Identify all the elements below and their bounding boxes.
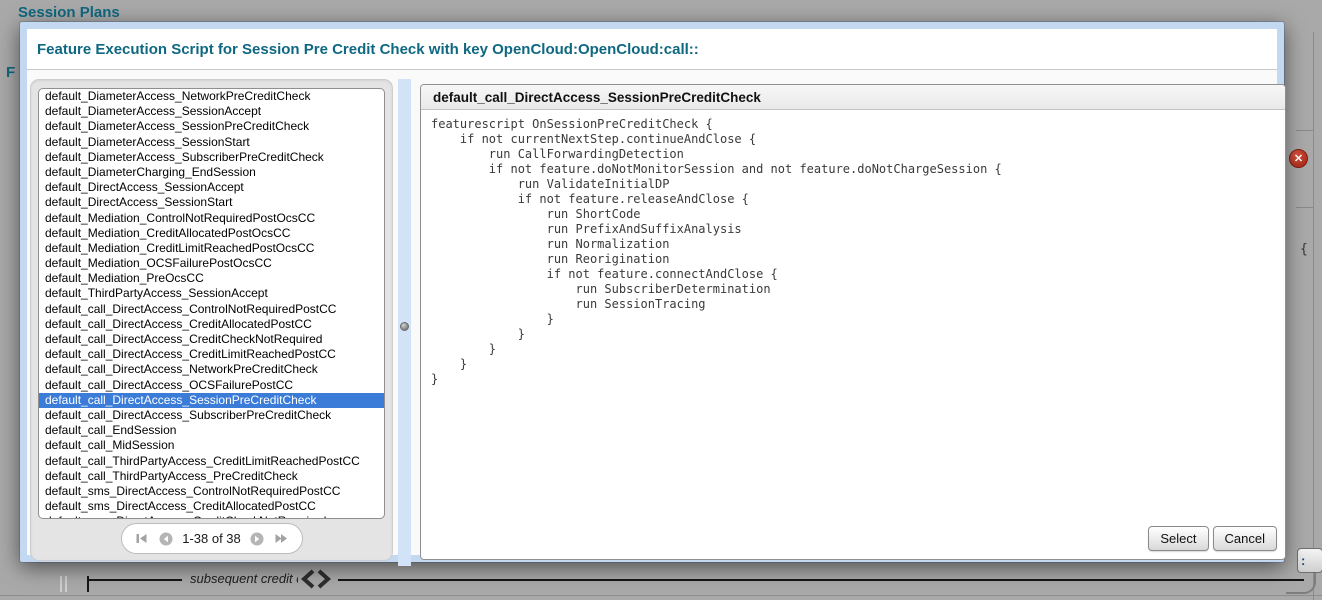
list-item[interactable]: default_sms_DirectAccess_ControlNotRequi… [39,484,384,499]
background-page-title: Session Plans [18,4,120,21]
list-item[interactable]: default_DiameterAccess_SessionStart [39,135,384,150]
pagination: 1-38 of 38 [31,523,392,554]
error-badge-icon: ✕ [1289,149,1308,168]
flow-chevrons-icon [298,569,334,594]
background-panel-divider [1296,207,1314,208]
select-button[interactable]: Select [1148,526,1208,551]
last-page-button[interactable] [274,531,289,546]
background-panel-divider [1296,130,1314,131]
list-item[interactable]: default_Mediation_OCSFailurePostOcsCC [39,256,384,271]
feature-script-dialog: Feature Execution Script for Session Pre… [20,22,1284,562]
list-item[interactable]: default_DiameterAccess_SubscriberPreCred… [39,150,384,165]
splitter-handle-icon[interactable] [400,322,409,331]
list-item[interactable]: default_call_DirectAccess_SubscriberPreC… [39,408,384,423]
list-item[interactable]: default_DiameterAccess_SessionPreCreditC… [39,119,384,134]
dialog-title: Feature Execution Script for Session Pre… [37,41,699,58]
page-range-label: 1-38 of 38 [182,531,241,546]
script-list-panel: default_DiameterAccess_NetworkPreCreditC… [30,79,393,561]
dialog-title-bar: Feature Execution Script for Session Pre… [27,29,1277,70]
app-background: Session Plans F subsequent credit check … [0,0,1322,600]
background-bottom-line [0,595,1322,596]
list-item[interactable]: default_call_DirectAccess_ControlNotRequ… [39,302,384,317]
list-item[interactable]: default_DiameterAccess_NetworkPreCreditC… [39,89,384,104]
background-partial-button[interactable]: : [1297,548,1322,573]
list-item[interactable]: default_ThirdPartyAccess_SessionAccept [39,286,384,301]
script-list[interactable]: default_DiameterAccess_NetworkPreCreditC… [38,88,385,519]
script-preview-panel: default_call_DirectAccess_SessionPreCred… [420,84,1286,560]
list-item[interactable]: default_Mediation_CreditAllocatedPostOcs… [39,226,384,241]
list-item[interactable]: default_DiameterAccess_SessionAccept [39,104,384,119]
cancel-button[interactable]: Cancel [1213,526,1277,551]
list-item[interactable]: default_call_EndSession [39,423,384,438]
list-item[interactable]: default_call_DirectAccess_CreditLimitRea… [39,347,384,362]
list-item[interactable]: default_sms_DirectAccess_CreditAllocated… [39,499,384,514]
list-item[interactable]: default_call_DirectAccess_NetworkPreCred… [39,362,384,377]
pagination-pill: 1-38 of 38 [121,523,303,554]
dialog-content: default_DiameterAccess_NetworkPreCreditC… [27,70,1277,555]
list-item[interactable]: default_call_DirectAccess_OCSFailurePost… [39,378,384,393]
background-partial-panel-label: F [6,64,15,81]
list-item[interactable]: default_call_DirectAccess_CreditCheckNot… [39,332,384,347]
first-page-button[interactable] [134,531,149,546]
next-page-button[interactable] [250,531,265,546]
flow-connector-tick [87,576,89,592]
list-item[interactable]: default_call_ThirdPartyAccess_PreCreditC… [39,469,384,484]
list-item[interactable]: default_call_MidSession [39,438,384,453]
prev-page-button[interactable] [158,531,173,546]
list-item[interactable]: default_call_DirectAccess_CreditAllocate… [39,317,384,332]
script-name-header: default_call_DirectAccess_SessionPreCred… [421,85,1285,110]
list-item[interactable]: default_call_ThirdPartyAccess_CreditLimi… [39,454,384,469]
script-code: featurescript OnSessionPreCreditCheck { … [421,110,1285,387]
panel-splitter[interactable] [398,79,411,566]
dialog-actions: Select Cancel [1148,526,1277,551]
list-item[interactable]: default_Mediation_ControlNotRequiredPost… [39,211,384,226]
background-partial-brace: { [1300,242,1308,257]
background-panel-edge [1313,32,1314,600]
list-item[interactable]: default_DirectAccess_SessionStart [39,195,384,210]
flow-connector-tick-light [60,576,67,592]
list-item[interactable]: default_sms_DirectAccess_CreditCheckNotR… [39,514,384,519]
list-item[interactable]: default_Mediation_CreditLimitReachedPost… [39,241,384,256]
list-item[interactable]: default_DiameterCharging_EndSession [39,165,384,180]
list-item[interactable]: default_call_DirectAccess_SessionPreCred… [39,393,384,408]
list-item[interactable]: default_Mediation_PreOcsCC [39,271,384,286]
list-item[interactable]: default_DirectAccess_SessionAccept [39,180,384,195]
